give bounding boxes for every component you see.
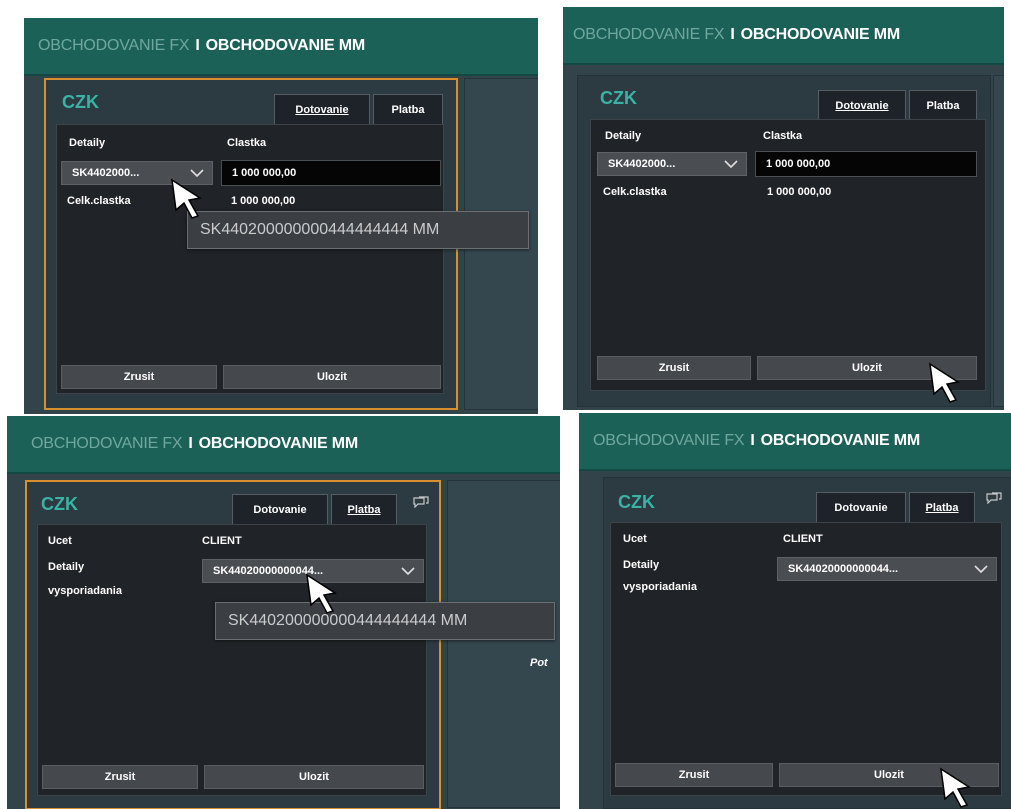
chevron-down-icon bbox=[401, 567, 415, 576]
tab-obchodovanie-mm[interactable]: OBCHODOVANIE MM bbox=[199, 435, 359, 453]
account-dropdown[interactable]: SK44020000000044... bbox=[777, 557, 997, 581]
right-panel bbox=[993, 75, 1004, 407]
column-header-clastka: Clastka bbox=[763, 130, 803, 142]
tab-dotovanie[interactable]: Dotovanie bbox=[818, 90, 906, 120]
app-header: OBCHODOVANIE FX I OBCHODOVANIE MM bbox=[563, 7, 1004, 65]
cancel-button[interactable]: Zrusit bbox=[61, 365, 217, 389]
mouse-cursor-icon bbox=[171, 178, 203, 219]
app-header: OBCHODOVANIE FX I OBCHODOVANIE MM bbox=[24, 18, 538, 76]
save-button[interactable]: Ulozit bbox=[223, 365, 441, 389]
amount-input[interactable]: 1 000 000,00 bbox=[221, 160, 441, 186]
save-button[interactable]: Ulozit bbox=[204, 765, 424, 789]
tab-obchodovanie-mm[interactable]: OBCHODOVANIE MM bbox=[206, 37, 366, 55]
ucet-value: CLIENT bbox=[202, 535, 242, 547]
header-separator: I bbox=[750, 432, 755, 449]
tab-platba[interactable]: Platba bbox=[331, 494, 397, 524]
account-tooltip: SK440200000000444444444 MM bbox=[187, 211, 529, 249]
ucet-label: Ucet bbox=[623, 533, 647, 545]
total-amount-value: 1 000 000,00 bbox=[767, 186, 832, 198]
mouse-cursor-icon bbox=[929, 362, 961, 403]
ucet-value: CLIENT bbox=[783, 533, 823, 545]
header-separator: I bbox=[730, 26, 735, 43]
account-dropdown-value: SK44020000000044... bbox=[788, 563, 899, 575]
tab-dotovanie[interactable]: Dotovanie bbox=[816, 492, 906, 522]
chat-icon[interactable] bbox=[986, 492, 1002, 504]
detaily-label: Detaily bbox=[48, 561, 85, 573]
total-amount-label: Celk.clastka bbox=[603, 186, 667, 198]
vysporiadania-label: vysporiadania bbox=[623, 581, 697, 593]
detaily-label: Detaily bbox=[623, 559, 660, 571]
currency-card[interactable]: CZK Dotovanie Platba Detaily Clastka SK4… bbox=[577, 75, 991, 407]
dotovanie-panel: Detaily Clastka SK4402000... 1 000 000,0… bbox=[590, 119, 986, 391]
chevron-down-icon bbox=[724, 160, 738, 169]
header-separator: I bbox=[195, 37, 200, 54]
chat-icon[interactable] bbox=[413, 496, 429, 508]
screenshot-dotovanie-dropdown-hover: OBCHODOVANIE FX I OBCHODOVANIE MM CZK Do… bbox=[24, 18, 538, 414]
screenshot-platba-dropdown-hover: OBCHODOVANIE FX I OBCHODOVANIE MM Pot CZ… bbox=[7, 416, 560, 809]
currency-label: CZK bbox=[62, 92, 99, 112]
account-dropdown-value: SK4402000... bbox=[72, 167, 140, 179]
amount-input[interactable]: 1 000 000,00 bbox=[755, 151, 977, 177]
column-header-detaily: Detaily bbox=[605, 130, 642, 142]
tab-obchodovanie-fx[interactable]: OBCHODOVANIE FX bbox=[38, 37, 190, 55]
mouse-cursor-icon bbox=[306, 573, 338, 614]
tab-obchodovanie-fx[interactable]: OBCHODOVANIE FX bbox=[31, 435, 183, 453]
account-tooltip: SK440200000000444444444 MM bbox=[215, 602, 555, 640]
currency-label: CZK bbox=[600, 88, 637, 108]
app-header: OBCHODOVANIE FX I OBCHODOVANIE MM bbox=[579, 413, 1011, 471]
account-dropdown[interactable]: SK4402000... bbox=[597, 152, 747, 176]
cancel-button[interactable]: Zrusit bbox=[615, 763, 773, 787]
tab-platba[interactable]: Platba bbox=[909, 492, 975, 522]
tab-platba[interactable]: Platba bbox=[909, 90, 977, 120]
currency-label: CZK bbox=[618, 492, 655, 512]
currency-label: CZK bbox=[41, 494, 78, 514]
right-panel: Pot bbox=[447, 480, 560, 808]
app-header: OBCHODOVANIE FX I OBCHODOVANIE MM bbox=[7, 416, 560, 474]
total-amount-value: 1 000 000,00 bbox=[231, 195, 296, 207]
cancel-button[interactable]: Zrusit bbox=[597, 356, 751, 380]
currency-card[interactable]: CZK Dotovanie Platba Ucet CLIENT Detaily… bbox=[25, 480, 441, 809]
ucet-label: Ucet bbox=[48, 535, 72, 547]
tab-obchodovanie-mm[interactable]: OBCHODOVANIE MM bbox=[741, 26, 901, 44]
screenshot-platba-save: OBCHODOVANIE FX I OBCHODOVANIE MM CZK Do… bbox=[579, 413, 1011, 809]
tab-obchodovanie-mm[interactable]: OBCHODOVANIE MM bbox=[761, 432, 921, 450]
partial-label: Pot bbox=[530, 657, 548, 669]
account-dropdown-value: SK4402000... bbox=[608, 158, 676, 170]
mouse-cursor-icon bbox=[940, 767, 972, 808]
total-amount-label: Celk.clastka bbox=[67, 195, 131, 207]
header-separator: I bbox=[188, 435, 193, 452]
cancel-button[interactable]: Zrusit bbox=[42, 765, 198, 789]
screenshot-dotovanie-save: OBCHODOVANIE FX I OBCHODOVANIE MM CZK Do… bbox=[563, 7, 1004, 410]
vysporiadania-label: vysporiadania bbox=[48, 585, 122, 597]
chevron-down-icon bbox=[974, 565, 988, 574]
dotovanie-panel: Detaily Clastka SK4402000... 1 000 000,0… bbox=[56, 124, 444, 394]
column-header-detaily: Detaily bbox=[69, 137, 106, 149]
currency-card[interactable]: CZK Dotovanie Platba Ucet CLIENT Detaily… bbox=[603, 477, 1011, 809]
platba-panel: Ucet CLIENT Detaily vysporiadania SK4402… bbox=[37, 524, 427, 796]
tab-platba[interactable]: Platba bbox=[373, 94, 443, 124]
column-header-clastka: Clastka bbox=[227, 137, 267, 149]
tab-dotovanie[interactable]: Dotovanie bbox=[274, 94, 370, 124]
platba-panel: Ucet CLIENT Detaily vysporiadania SK4402… bbox=[610, 522, 1002, 796]
tab-obchodovanie-fx[interactable]: OBCHODOVANIE FX bbox=[593, 432, 745, 450]
tab-dotovanie[interactable]: Dotovanie bbox=[232, 494, 328, 524]
tab-obchodovanie-fx[interactable]: OBCHODOVANIE FX bbox=[573, 26, 725, 44]
